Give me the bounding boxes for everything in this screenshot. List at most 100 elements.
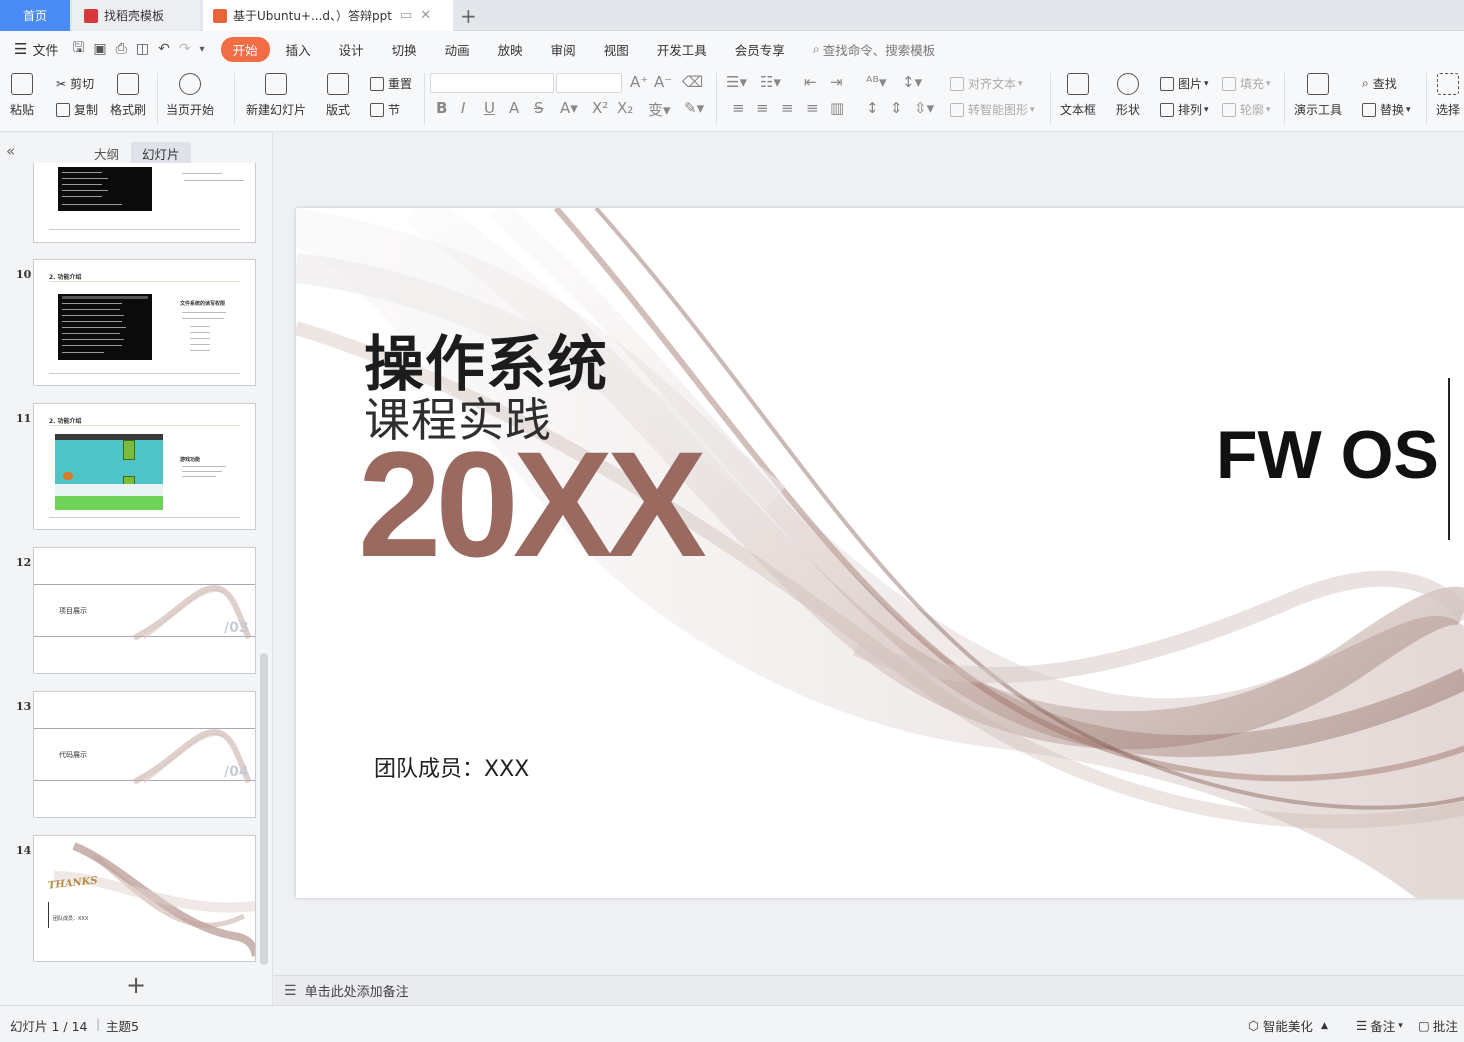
column-spacing-icon[interactable]: ⇳▾	[914, 99, 934, 117]
align-left-icon[interactable]: ≡	[732, 99, 745, 117]
outline-button[interactable]: 轮廓 ▾	[1222, 101, 1271, 118]
font-color-icon[interactable]: A▾	[560, 99, 578, 117]
decrease-indent-icon[interactable]: ⇤	[804, 73, 817, 91]
slide-thumbnail[interactable]: 项目展示 /03	[33, 547, 256, 674]
numbered-list-icon[interactable]: ☷▾	[760, 73, 781, 91]
tab-home[interactable]: 首页	[0, 0, 70, 31]
tab-template-store[interactable]: 找稻壳模板	[72, 0, 200, 31]
tab-outline[interactable]: 大纲	[94, 144, 119, 163]
thumbnail-section-number: /03	[224, 620, 249, 636]
panel-scrollbar[interactable]	[260, 653, 268, 965]
highlight-icon[interactable]: ✎▾	[684, 99, 704, 117]
tab-slides[interactable]: 幻灯片	[131, 142, 191, 165]
notes-pane[interactable]: ☰ 单击此处添加备注	[274, 975, 1464, 1005]
line-spacing-icon[interactable]: ↕	[866, 99, 879, 117]
font-family-select[interactable]	[430, 73, 554, 93]
slide-year[interactable]: 20XX	[358, 418, 707, 591]
format-painter-button[interactable]: 格式刷	[110, 73, 146, 118]
subscript-icon[interactable]: X₂	[617, 99, 633, 117]
text-direction-icon[interactable]: ᴬᴮ▾	[866, 73, 886, 91]
tab-animation[interactable]: 动画	[445, 40, 470, 59]
shape-button[interactable]: 形状	[1116, 73, 1140, 118]
align-text-button[interactable]: 对齐文本 ▾	[950, 75, 1023, 92]
tab-slideshow[interactable]: 放映	[498, 40, 523, 59]
print-icon[interactable]: ⎙	[116, 41, 127, 57]
font-size-select[interactable]	[556, 73, 622, 93]
slide-thumbnail[interactable]	[33, 163, 256, 243]
layout-button[interactable]: 版式	[326, 73, 350, 118]
tab-insert[interactable]: 插入	[286, 40, 311, 59]
tab-developer[interactable]: 开发工具	[657, 40, 707, 59]
select-button[interactable]: 选择	[1436, 73, 1460, 118]
comment-button[interactable]: ▢ 批注	[1418, 1016, 1458, 1035]
slide-team[interactable]: 团队成员：XXX	[374, 751, 529, 783]
bullet-list-icon[interactable]: ☰▾	[726, 73, 747, 91]
distribute-icon[interactable]: ▥	[830, 99, 844, 117]
bold-icon[interactable]: B	[436, 99, 447, 117]
tab-view[interactable]: 视图	[604, 40, 629, 59]
theme-name[interactable]: 主题5	[106, 1016, 139, 1035]
increase-indent-icon[interactable]: ⇥	[830, 73, 843, 91]
superscript-icon[interactable]: X²	[592, 99, 608, 117]
underline-icon[interactable]: U	[484, 99, 495, 117]
paste-button[interactable]: 粘贴	[10, 73, 34, 118]
slide-thumbnail[interactable]: 2. 功能介绍 文件系统的读写权限	[33, 259, 256, 386]
section-button[interactable]: 节	[370, 101, 400, 118]
fill-button[interactable]: 填充 ▾	[1222, 75, 1271, 92]
phonetic-icon[interactable]: 变▾	[648, 99, 671, 120]
increase-font-icon[interactable]: A⁺	[630, 73, 648, 91]
slide-thumbnail[interactable]: 2. 功能介绍 游戏功能	[33, 403, 256, 530]
window-restore-icon[interactable]: ▭	[400, 8, 412, 23]
command-search[interactable]: ⌕ 查找命令、搜索模板	[813, 40, 936, 59]
reset-button[interactable]: 重置	[370, 75, 412, 92]
align-right-icon[interactable]: ≡	[781, 99, 794, 117]
notes-placeholder: 单击此处添加备注	[304, 985, 409, 1000]
tab-review[interactable]: 审阅	[551, 40, 576, 59]
clear-format-icon[interactable]: ⌫	[682, 73, 703, 91]
thumbnail-team: 团队成员：XXX	[53, 916, 89, 922]
thumbnail-title: 2. 功能介绍	[49, 418, 82, 425]
file-menu[interactable]: ☰ 文件	[14, 40, 58, 59]
justify-icon[interactable]: ≡	[806, 99, 819, 117]
sort-icon[interactable]: ↕▾	[902, 73, 922, 91]
cut-button[interactable]: ✂ 剪切	[56, 75, 94, 92]
presentation-tools-button[interactable]: 演示工具	[1294, 73, 1342, 118]
italic-icon[interactable]: I	[461, 99, 465, 117]
add-slide-button[interactable]: +	[126, 971, 146, 999]
notes-toggle-button[interactable]: ☰ 备注 ▾	[1356, 1016, 1403, 1035]
slide-thumbnail[interactable]: 代码展示 /04	[33, 691, 256, 818]
tab-transition[interactable]: 切换	[392, 40, 417, 59]
slide-thumbnail[interactable]: THANKS 团队成员：XXX	[33, 835, 256, 962]
replace-button[interactable]: 替换 ▾	[1362, 101, 1411, 118]
decrease-font-icon[interactable]: A⁻	[654, 73, 672, 91]
customize-chevron-icon[interactable]: ▾	[200, 44, 205, 55]
close-icon[interactable]: ✕	[420, 8, 431, 23]
strikethrough-icon[interactable]: S	[534, 99, 544, 117]
tab-start[interactable]: 开始	[220, 36, 270, 62]
slide-number: 11	[16, 412, 32, 425]
play-from-current-button[interactable]: 当页开始	[166, 73, 214, 118]
tab-document[interactable]: 基于Ubuntu+...d、）答辩ppt ▭ ✕	[203, 0, 453, 31]
smart-beautify-button[interactable]: ⬡ 智能美化 ▲	[1248, 1016, 1328, 1035]
new-tab-button[interactable]: +	[460, 4, 477, 28]
picture-button[interactable]: 图片 ▾	[1160, 75, 1209, 92]
paragraph-spacing-icon[interactable]: ⇕	[890, 99, 903, 117]
slide-brand[interactable]: FW OS	[1216, 416, 1439, 494]
tab-design[interactable]: 设计	[339, 40, 364, 59]
new-slide-button[interactable]: 新建幻灯片	[246, 73, 306, 118]
save-icon[interactable]: 🖫	[72, 37, 84, 61]
text-shadow-icon[interactable]: A	[509, 99, 519, 117]
undo-icon[interactable]: ↶	[158, 41, 170, 57]
export-pdf-icon[interactable]: ▣	[93, 41, 106, 57]
textbox-button[interactable]: 文本框	[1060, 73, 1096, 118]
tab-member[interactable]: 会员专享	[735, 40, 785, 59]
redo-icon[interactable]: ↷	[179, 41, 191, 57]
smartart-button[interactable]: 转智能图形 ▾	[950, 101, 1035, 118]
current-slide[interactable]: 操作系统 课程实践 20XX FW OS 团队成员：XXX	[296, 208, 1464, 898]
collapse-panel-icon[interactable]: «	[6, 142, 15, 160]
find-button[interactable]: ⌕ 查找	[1362, 75, 1397, 92]
arrange-button[interactable]: 排列 ▾	[1160, 101, 1209, 118]
copy-button[interactable]: 复制	[56, 101, 98, 118]
print-preview-icon[interactable]: ◫	[136, 41, 149, 57]
align-center-icon[interactable]: ≡	[756, 99, 769, 117]
